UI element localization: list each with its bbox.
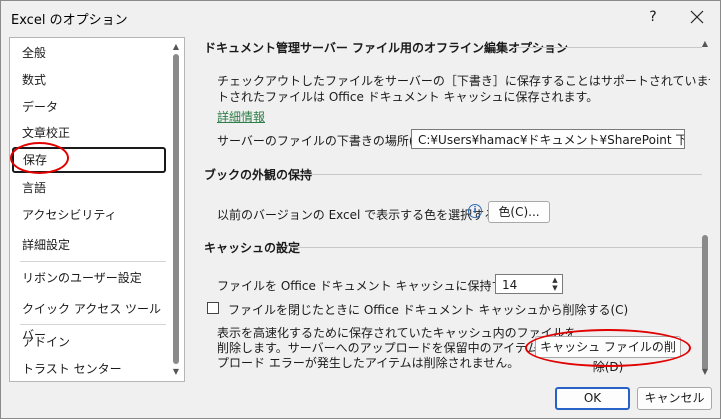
info-icon[interactable]: i: [468, 204, 482, 218]
sidebar-item-proofing[interactable]: 文章校正: [13, 120, 163, 146]
draft-location-label: サーバーのファイルの下書きの場所(V):: [217, 134, 431, 148]
more-info-link[interactable]: 詳細情報: [217, 108, 265, 125]
color-button[interactable]: 色(C)...: [488, 201, 550, 223]
scroll-up-arrow-icon[interactable]: ▲: [700, 39, 710, 49]
cache-days-value: 14: [502, 278, 518, 292]
close-button[interactable]: [685, 5, 709, 29]
color-label: 以前のバージョンの Excel で表示する色を選択する:: [217, 208, 501, 222]
nav-divider: [20, 324, 166, 325]
window-title: Excel のオプション: [11, 13, 128, 28]
sidebar-item-save[interactable]: 保存: [12, 147, 166, 173]
ok-button[interactable]: OK: [555, 387, 630, 410]
offline-description-line1: チェックアウトしたファイルをサーバーの［下書き］に保存することはサポートされてい…: [217, 74, 710, 88]
sidebar-item-customize-ribbon[interactable]: リボンのユーザー設定: [13, 265, 163, 291]
title-bar: Excel のオプション ?: [1, 1, 720, 33]
delete-cache-button[interactable]: キャッシュ ファイルの削除(D): [535, 336, 681, 374]
sidebar-item-general[interactable]: 全般: [13, 40, 163, 66]
draft-location-field[interactable]: C:¥Users¥hamac¥ドキュメント¥SharePoint 下書き: [411, 129, 685, 149]
section-divider: [291, 247, 702, 248]
cache-section-heading: キャッシュの設定: [204, 241, 301, 255]
scroll-up-arrow-icon[interactable]: ▲: [171, 42, 181, 52]
section-divider: [512, 47, 702, 48]
spin-arrows-icon[interactable]: ▲ ▼: [550, 276, 560, 293]
sidebar-item-advanced[interactable]: 詳細設定: [13, 232, 163, 258]
sidebar-item-addins[interactable]: アドイン: [13, 329, 163, 355]
help-button[interactable]: ?: [643, 7, 663, 27]
close-icon: [690, 10, 704, 24]
offline-description-line2: トされたファイルは Office ドキュメント キャッシュに保存されます。: [217, 90, 599, 104]
sidebar-scrollbar[interactable]: ▲ ▼: [170, 40, 182, 379]
scroll-down-arrow-icon[interactable]: ▼: [700, 367, 710, 377]
delete-on-close-label[interactable]: ファイルを閉じたときに Office ドキュメント キャッシュから削除する(C): [228, 301, 628, 318]
section-divider: [300, 174, 702, 175]
sidebar-item-data[interactable]: データ: [13, 94, 163, 120]
options-dialog: Excel のオプション ? 全般 数式 データ 文章校正 保存 言語 アクセシ…: [0, 0, 721, 419]
sidebar-item-trust-center[interactable]: トラスト センター: [13, 356, 163, 381]
cache-description-line3: プロード エラーが発生したアイテムは削除されません。: [217, 356, 520, 370]
cache-days-stepper[interactable]: 14 ▲ ▼: [495, 274, 563, 294]
nav-divider: [20, 261, 166, 262]
sidebar-item-quick-access-toolbar[interactable]: クイック アクセス ツール バー: [13, 296, 163, 342]
sidebar-scroll-thumb[interactable]: [173, 54, 179, 364]
sidebar-item-formulas[interactable]: 数式: [13, 67, 163, 93]
settings-scroll-thumb[interactable]: [702, 235, 708, 371]
delete-on-close-checkbox[interactable]: [207, 302, 219, 314]
settings-scrollbar[interactable]: ▲ ▼: [698, 37, 712, 380]
settings-panel: ドキュメント管理サーバー ファイル用のオフライン編集オプション チェックアウトし…: [194, 35, 710, 380]
sidebar-item-accessibility[interactable]: アクセシビリティ: [13, 202, 163, 228]
cancel-button[interactable]: キャンセル: [637, 387, 712, 410]
sidebar-item-language[interactable]: 言語: [13, 175, 163, 201]
category-list: 全般 数式 データ 文章校正 保存 言語 アクセシビリティ 詳細設定 リボンのユ…: [9, 37, 185, 382]
scroll-down-arrow-icon[interactable]: ▼: [171, 367, 181, 377]
appearance-section-heading: ブックの外観の保持: [204, 168, 313, 182]
